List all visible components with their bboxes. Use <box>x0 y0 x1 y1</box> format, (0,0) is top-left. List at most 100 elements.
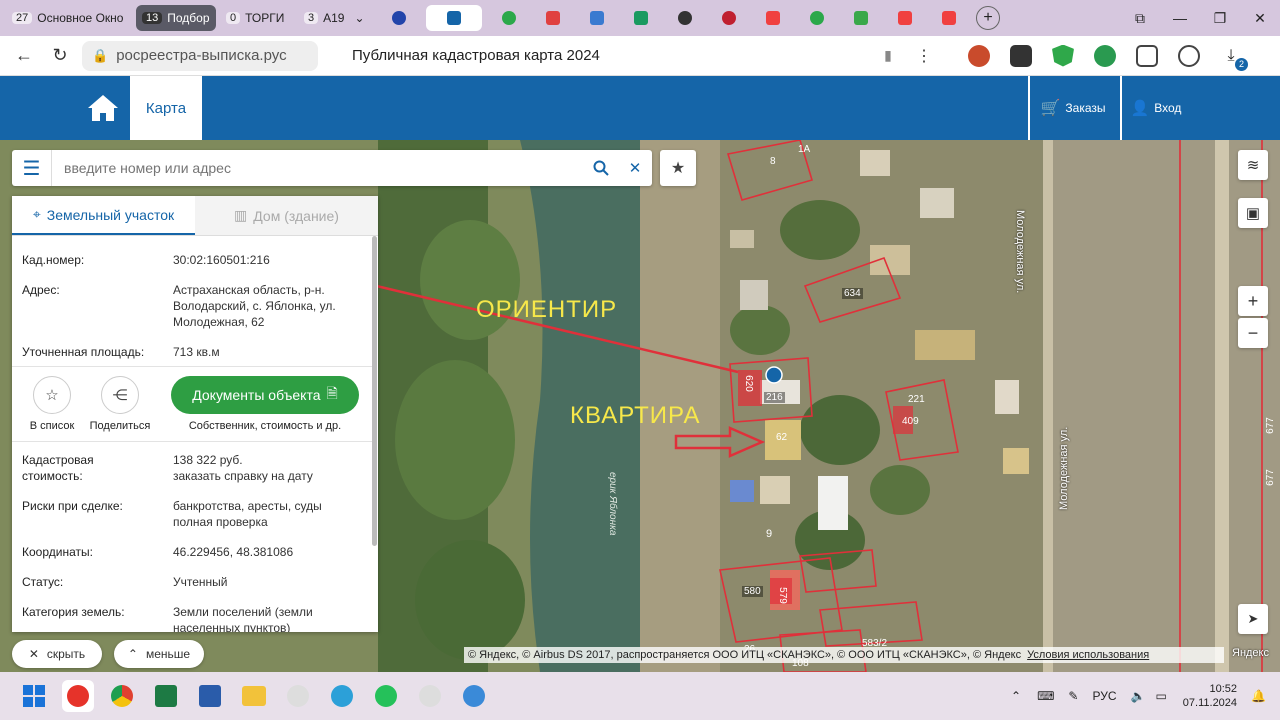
back-button[interactable]: ← <box>6 38 42 74</box>
telegram-app[interactable] <box>326 680 358 712</box>
downloads-icon[interactable]: ⤓ 2 <box>1220 44 1248 71</box>
field-label: Статус: <box>22 575 64 589</box>
terms-link[interactable]: Условия использования <box>1027 649 1149 661</box>
touch-keyboard-icon[interactable]: ✎ <box>1068 689 1078 703</box>
search-input[interactable] <box>52 160 584 176</box>
plot-number: 62 <box>776 432 788 443</box>
cad-number-link[interactable]: 30:02:160501:216 <box>173 252 363 268</box>
tab-group-podbor[interactable]: 13 Подбор <box>136 5 216 31</box>
close-icon: ✕ <box>628 160 642 177</box>
street-label: Молодежная ул. <box>1014 210 1026 294</box>
tab-building[interactable]: ▥ Дом (здание) <box>195 196 378 235</box>
favorites-button[interactable]: ★ <box>660 150 696 186</box>
globe-app[interactable] <box>458 680 490 712</box>
emblem-icon <box>634 11 648 25</box>
tab-favicon[interactable] <box>492 5 526 31</box>
extension-icon[interactable] <box>968 44 990 67</box>
extension-icon[interactable] <box>1010 44 1032 67</box>
window-icon[interactable] <box>1136 44 1158 67</box>
word-app[interactable] <box>194 680 226 712</box>
zoom-out-button[interactable]: − <box>1238 318 1268 348</box>
order-certificate-link[interactable]: заказать справку на дату <box>173 468 363 484</box>
home-button[interactable] <box>80 76 126 140</box>
close-icon: ✕ <box>1254 9 1266 26</box>
notifications-icon[interactable]: 🔔 <box>1251 689 1266 703</box>
minimize-button[interactable]: — <box>1160 0 1200 36</box>
clock-time: 10:52 <box>1209 683 1238 695</box>
tab-favicon[interactable] <box>580 5 614 31</box>
field-label: Координаты: <box>22 545 93 559</box>
tab-favicon[interactable] <box>932 5 966 31</box>
chrome-app[interactable] <box>106 680 138 712</box>
app-icon[interactable] <box>282 680 314 712</box>
frame-button[interactable]: ▣ <box>1238 198 1268 228</box>
tab-group-torgi[interactable]: 0 ТОРГИ <box>220 5 294 31</box>
keyboard-icon[interactable]: ⌨ <box>1037 689 1054 703</box>
tab-favicon[interactable] <box>382 5 416 31</box>
login-button[interactable]: 👤 Вход <box>1120 76 1190 140</box>
excel-app[interactable] <box>150 680 182 712</box>
restore-button[interactable]: ❐ <box>1200 0 1240 36</box>
tab-active[interactable] <box>426 5 482 31</box>
whatsapp-app[interactable] <box>370 680 402 712</box>
hide-panel-button[interactable]: ✕ скрыть <box>12 640 102 668</box>
profile-icon[interactable] <box>1178 44 1200 67</box>
explorer-app[interactable] <box>238 680 270 712</box>
lock-icon: 🔒 <box>92 47 109 63</box>
shield-icon[interactable] <box>1052 44 1074 67</box>
tab-favicon[interactable] <box>712 5 746 31</box>
add-to-list-label: В список <box>29 420 75 432</box>
tab-favicon[interactable] <box>668 5 702 31</box>
share-button[interactable]: ⋲ <box>101 376 139 414</box>
close-window-button[interactable]: ✕ <box>1240 0 1280 36</box>
zoom-in-button[interactable]: + <box>1238 286 1268 316</box>
battery-icon[interactable]: ▭ <box>1155 689 1166 703</box>
locate-button[interactable]: ➤ <box>1238 604 1268 634</box>
clear-search-button[interactable]: ✕ <box>618 150 652 186</box>
app-icon[interactable] <box>414 680 446 712</box>
annotation-landmark: ОРИЕНТИР <box>476 296 618 323</box>
tab-favicon[interactable] <box>888 5 922 31</box>
orders-button[interactable]: 🛒 Заказы <box>1028 76 1116 140</box>
collapse-panel-button[interactable]: ⌃ меньше <box>114 640 204 668</box>
bookmark-button[interactable]: ▮ <box>870 38 906 74</box>
chevron-up-icon[interactable]: ⌃ <box>1011 689 1021 703</box>
tab-group-a19[interactable]: 3 A19 ⌄ <box>298 5 370 31</box>
clock[interactable]: 10:52 07.11.2024 <box>1183 682 1237 710</box>
plot-number: 216 <box>764 392 785 403</box>
yandex-browser-app[interactable] <box>62 680 94 712</box>
site-icon <box>722 11 736 25</box>
tab-favicon[interactable] <box>536 5 570 31</box>
tab-map[interactable]: Карта <box>130 76 202 140</box>
input-language[interactable]: РУС <box>1092 689 1116 703</box>
category-row: Категория земель: Земли поселений (земли… <box>22 604 362 632</box>
close-icon: ✕ <box>28 647 39 661</box>
extension-icon[interactable] <box>1094 44 1116 67</box>
tab-favicon[interactable] <box>756 5 790 31</box>
browser-tab-strip: 27 Основное Окно 13 Подбор 0 ТОРГИ 3 A19 ⌄ + … <box>0 0 1280 36</box>
panel-scrollbar[interactable] <box>372 236 377 546</box>
tab-group-main[interactable]: 27 Основное Окно <box>6 5 132 31</box>
location-marker[interactable] <box>765 366 783 384</box>
url-field[interactable]: 🔒 росреестра-выписка.рус <box>82 40 318 71</box>
layers-button[interactable]: ≋ <box>1238 150 1268 180</box>
plot-number: 8 <box>770 156 776 167</box>
tab-land-plot[interactable]: ⌖ Земельный участок <box>12 196 195 235</box>
volume-icon[interactable]: 🔈 <box>1131 689 1146 703</box>
add-to-list-button[interactable]: ☆ <box>33 376 71 414</box>
arrow-icon <box>590 11 604 25</box>
documents-button[interactable]: Документы объекта 🗎 <box>171 376 359 414</box>
tab-favicon[interactable] <box>624 5 658 31</box>
menu-button[interactable]: ☰ <box>12 150 52 186</box>
start-button[interactable] <box>18 680 50 712</box>
reload-button[interactable]: ↻ <box>42 38 78 74</box>
search-button[interactable] <box>584 150 618 186</box>
tab-favicon[interactable] <box>800 5 834 31</box>
cost-row: Кадастровая стоимость: 138 322 руб. зака… <box>22 452 362 486</box>
status-value: Учтенный <box>173 575 228 589</box>
tab-favicon[interactable] <box>844 5 878 31</box>
new-tab-button[interactable]: + <box>976 6 1000 30</box>
full-check-link[interactable]: полная проверка <box>173 514 363 530</box>
more-button[interactable]: ⋮ <box>906 38 942 74</box>
collections-button[interactable]: ⧉ <box>1120 0 1160 36</box>
